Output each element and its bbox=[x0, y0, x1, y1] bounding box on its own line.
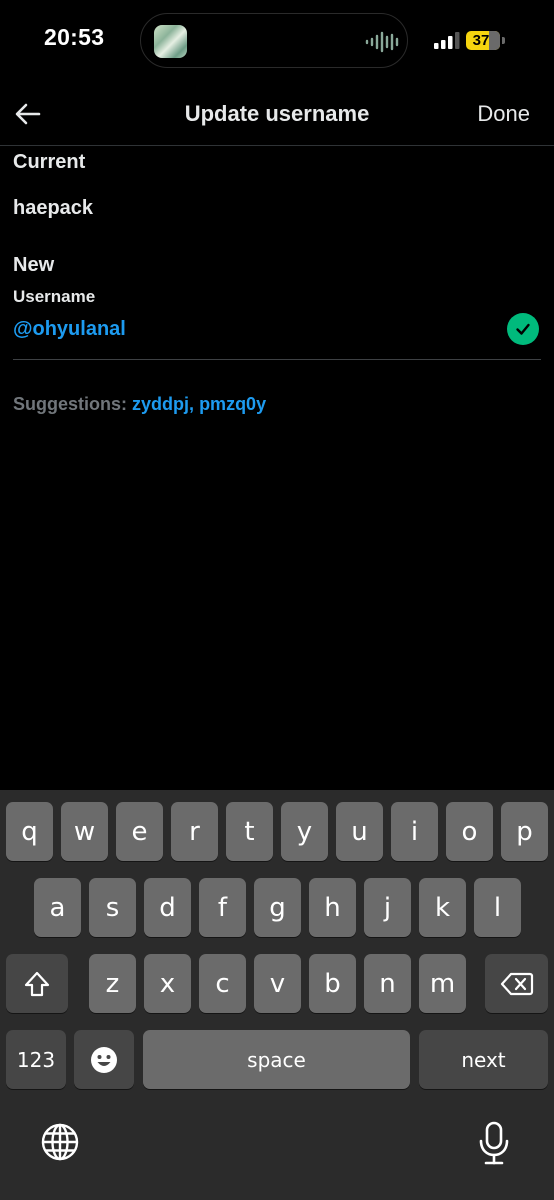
suggestions: Suggestions: zyddpj, pmzq0y bbox=[13, 394, 266, 415]
key-label: k bbox=[434, 892, 451, 923]
key-label: a bbox=[49, 892, 66, 923]
key-label: u bbox=[351, 816, 368, 847]
key-z[interactable]: z bbox=[89, 954, 136, 1013]
back-button[interactable] bbox=[10, 96, 46, 132]
current-username: haepack bbox=[13, 197, 94, 219]
numbers-key[interactable]: 123 bbox=[6, 1030, 66, 1089]
backspace-key[interactable] bbox=[485, 954, 548, 1013]
key-label: j bbox=[383, 892, 392, 923]
key-j[interactable]: j bbox=[364, 878, 411, 937]
key-label: space bbox=[247, 1047, 306, 1072]
microphone-icon bbox=[479, 1121, 509, 1165]
key-i[interactable]: i bbox=[391, 802, 438, 861]
key-label: i bbox=[410, 816, 419, 847]
key-g[interactable]: g bbox=[254, 878, 301, 937]
key-x[interactable]: x bbox=[144, 954, 191, 1013]
emoji-key[interactable] bbox=[74, 1030, 134, 1089]
key-label: 123 bbox=[16, 1047, 56, 1072]
key-label: w bbox=[73, 816, 96, 847]
key-label: p bbox=[516, 816, 533, 847]
next-key[interactable]: next bbox=[419, 1030, 548, 1089]
new-section-label: New bbox=[13, 254, 55, 276]
key-label: z bbox=[105, 968, 120, 999]
username-input[interactable] bbox=[13, 314, 493, 344]
current-section-label: Current bbox=[13, 151, 86, 173]
key-label: next bbox=[461, 1047, 506, 1072]
key-f[interactable]: f bbox=[199, 878, 246, 937]
key-k[interactable]: k bbox=[419, 878, 466, 937]
key-label: v bbox=[269, 968, 286, 999]
key-h[interactable]: h bbox=[309, 878, 356, 937]
key-p[interactable]: p bbox=[501, 802, 548, 861]
header-divider bbox=[0, 145, 554, 146]
page-title: Update username bbox=[184, 101, 370, 126]
cellular-signal-icon bbox=[434, 32, 460, 49]
username-field-underline bbox=[13, 359, 541, 360]
globe-icon bbox=[41, 1123, 79, 1161]
key-b[interactable]: b bbox=[309, 954, 356, 1013]
key-label: d bbox=[159, 892, 176, 923]
key-label: t bbox=[244, 816, 255, 847]
done-button[interactable]: Done bbox=[477, 101, 530, 127]
suggestions-label: Suggestions: bbox=[13, 394, 128, 414]
key-a[interactable]: a bbox=[34, 878, 81, 937]
battery-indicator: 37 bbox=[466, 31, 500, 50]
audio-waveform-icon bbox=[365, 31, 399, 53]
keyboard: q w e r t y u i o p a s d f g h j k l z x c v b n m 123 space next bbox=[0, 790, 554, 1200]
checkmark-icon bbox=[507, 313, 539, 345]
key-label: y bbox=[296, 816, 313, 847]
key-d[interactable]: d bbox=[144, 878, 191, 937]
key-label: c bbox=[215, 968, 230, 999]
suggestion-separator: , bbox=[189, 394, 195, 414]
suggestion-link[interactable]: pmzq0y bbox=[199, 394, 266, 414]
shift-icon bbox=[24, 971, 50, 996]
key-r[interactable]: r bbox=[171, 802, 218, 861]
key-label: s bbox=[105, 892, 120, 923]
battery-tip bbox=[502, 37, 505, 44]
key-u[interactable]: u bbox=[336, 802, 383, 861]
back-arrow-icon bbox=[15, 103, 41, 125]
key-e[interactable]: e bbox=[116, 802, 163, 861]
key-label: o bbox=[461, 816, 478, 847]
key-t[interactable]: t bbox=[226, 802, 273, 861]
key-m[interactable]: m bbox=[419, 954, 466, 1013]
key-c[interactable]: c bbox=[199, 954, 246, 1013]
key-w[interactable]: w bbox=[61, 802, 108, 861]
key-label: r bbox=[189, 816, 200, 847]
key-o[interactable]: o bbox=[446, 802, 493, 861]
battery-level: 37 bbox=[472, 32, 490, 49]
username-field-label: Username bbox=[13, 287, 96, 306]
key-label: g bbox=[269, 892, 286, 923]
key-label: q bbox=[21, 816, 38, 847]
key-label: m bbox=[429, 968, 456, 999]
key-label: x bbox=[159, 968, 176, 999]
emoji-icon bbox=[91, 1046, 117, 1073]
status-time: 20:53 bbox=[44, 24, 105, 50]
space-key[interactable]: space bbox=[143, 1030, 410, 1089]
key-y[interactable]: y bbox=[281, 802, 328, 861]
suggestion-link[interactable]: zyddpj bbox=[132, 394, 189, 414]
key-label: n bbox=[379, 968, 396, 999]
globe-key[interactable] bbox=[40, 1122, 80, 1167]
key-l[interactable]: l bbox=[474, 878, 521, 937]
key-q[interactable]: q bbox=[6, 802, 53, 861]
now-playing-thumbnail bbox=[154, 25, 187, 58]
key-label: l bbox=[493, 892, 502, 923]
key-label: b bbox=[324, 968, 341, 999]
dictation-key[interactable] bbox=[476, 1120, 512, 1171]
dynamic-island[interactable] bbox=[140, 13, 408, 68]
key-v[interactable]: v bbox=[254, 954, 301, 1013]
backspace-icon bbox=[500, 972, 533, 995]
shift-key[interactable] bbox=[6, 954, 68, 1013]
key-n[interactable]: n bbox=[364, 954, 411, 1013]
key-s[interactable]: s bbox=[89, 878, 136, 937]
key-label: e bbox=[131, 816, 148, 847]
key-label: h bbox=[324, 892, 341, 923]
key-label: f bbox=[217, 892, 228, 923]
